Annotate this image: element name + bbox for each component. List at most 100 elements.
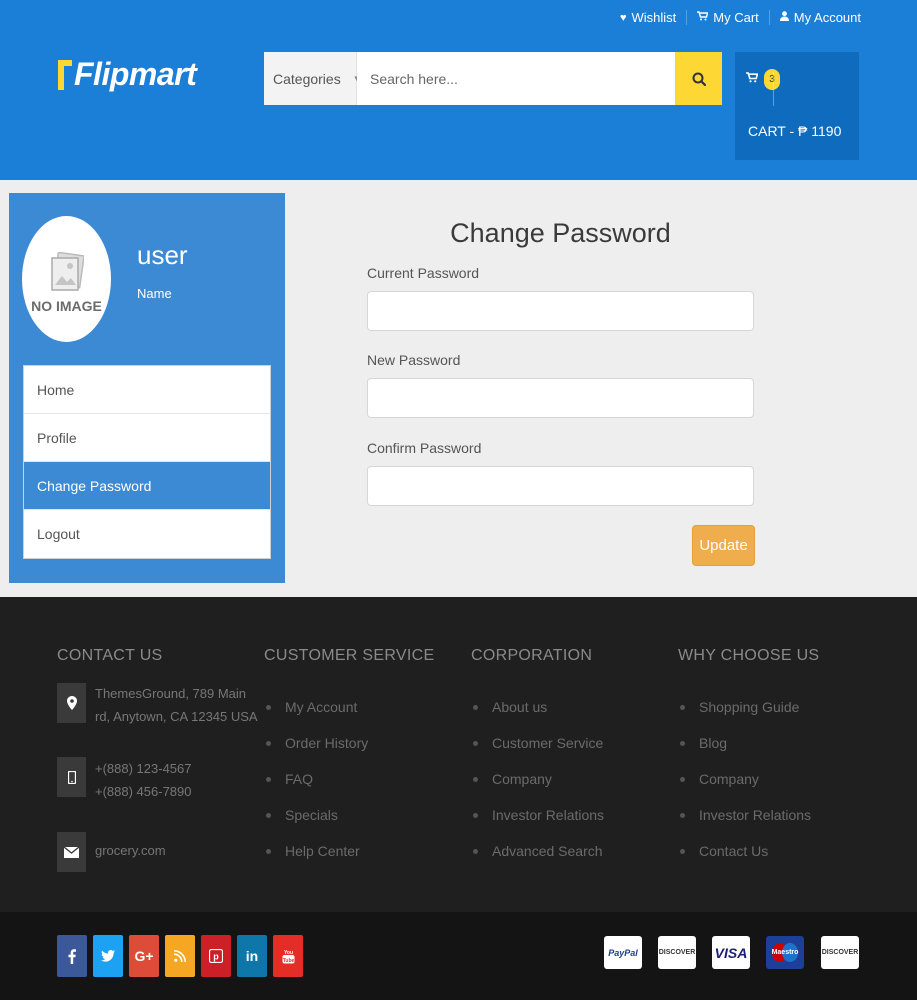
customer-service-list: My Account Order History FAQ Specials He… [264, 689, 368, 869]
bullet-icon [473, 704, 478, 710]
bullet-icon [473, 848, 478, 854]
discover-logo: DISCOVER [658, 936, 696, 969]
visa-label: VISA [714, 944, 748, 961]
footer-link-label: Company [699, 771, 759, 787]
twitter-icon[interactable] [93, 935, 123, 977]
svg-text:Tube: Tube [282, 958, 294, 964]
bullet-icon [473, 776, 478, 782]
contact-email[interactable]: grocery.com [95, 839, 166, 862]
footer-link[interactable]: Company [471, 761, 604, 797]
site-logo[interactable]: Flipmart [58, 56, 197, 93]
new-password-field[interactable] [367, 378, 754, 418]
linkedin-icon[interactable]: in [237, 935, 267, 977]
footer-link[interactable]: Company [678, 761, 811, 797]
footer-link[interactable]: Order History [264, 725, 368, 761]
bullet-icon [473, 812, 478, 818]
account-sidebar: NO IMAGE user Name Home Profile Change P… [9, 193, 285, 583]
confirm-password-label: Confirm Password [367, 440, 482, 456]
bullet-icon [473, 740, 478, 746]
footer-link[interactable]: Customer Service [471, 725, 604, 761]
search-button[interactable] [675, 52, 722, 105]
visa-logo: VISA [712, 936, 750, 969]
logo-mark-icon [58, 59, 72, 90]
paypal-logo: PayPal [604, 936, 642, 969]
heart-icon: ♥ [619, 11, 627, 24]
facebook-icon[interactable] [57, 935, 87, 977]
footer-link[interactable]: Investor Relations [471, 797, 604, 833]
paypal-label: PayPal [608, 947, 638, 958]
menu-item-profile[interactable]: Profile [24, 414, 270, 462]
svg-text:p: p [213, 952, 219, 962]
footer-bottom-bar: G+ p in Tube You PayPal DISCOVER VISA Mae… [0, 912, 917, 1000]
footer-link-label: Advanced Search [492, 843, 603, 859]
footer-link[interactable]: Shopping Guide [678, 689, 811, 725]
bullet-icon [266, 776, 271, 782]
search-icon [692, 72, 706, 86]
my-cart-label: My Cart [713, 10, 759, 25]
rss-icon[interactable] [165, 935, 195, 977]
corporation-list: About us Customer Service Company Invest… [471, 689, 604, 869]
footer-link-label: Specials [285, 807, 338, 823]
address-line-1: ThemesGround, 789 Main [95, 686, 247, 701]
image-placeholder-icon [50, 252, 84, 291]
menu-item-change-password[interactable]: Change Password [24, 462, 270, 510]
bullet-icon [266, 812, 271, 818]
menu-item-home[interactable]: Home [24, 366, 270, 414]
mobile-phone-icon [57, 757, 86, 797]
why-choose-us-list: Shopping Guide Blog Company Investor Rel… [678, 689, 811, 869]
logo-text: Flipmart [74, 56, 197, 92]
footer-link-label: Help Center [285, 843, 360, 859]
user-name-caption: Name [137, 286, 172, 301]
site-footer: CONTACT US ThemesGround, 789 Main rd, An… [0, 597, 917, 912]
my-cart-link[interactable]: My Cart [686, 10, 769, 25]
bullet-icon [266, 848, 271, 854]
footer-link[interactable]: About us [471, 689, 604, 725]
current-password-label: Current Password [367, 265, 480, 281]
search-input[interactable] [357, 52, 675, 105]
svg-text:You: You [283, 950, 292, 956]
footer-link[interactable]: Help Center [264, 833, 368, 869]
corporation-heading: CORPORATION [471, 647, 593, 664]
why-choose-us-heading: WHY CHOOSE US [678, 647, 820, 664]
footer-link-label: Blog [699, 735, 728, 751]
wishlist-label: Wishlist [631, 10, 677, 25]
my-account-label: My Account [793, 10, 861, 25]
footer-link[interactable]: Blog [678, 725, 811, 761]
page-title: Change Password [450, 218, 671, 248]
top-links: ♥ Wishlist My Cart My Account [610, 10, 861, 25]
discover-label-2: DISCOVER [821, 949, 859, 956]
menu-item-logout[interactable]: Logout [24, 510, 270, 558]
account-menu: Home Profile Change Password Logout [23, 365, 271, 559]
confirm-password-field[interactable] [367, 466, 754, 506]
discover-label: DISCOVER [658, 949, 696, 956]
footer-link-label: Company [492, 771, 552, 787]
footer-link[interactable]: Investor Relations [678, 797, 811, 833]
cart-icon [746, 72, 758, 83]
google-plus-icon[interactable]: G+ [129, 935, 159, 977]
footer-link[interactable]: Advanced Search [471, 833, 604, 869]
youtube-icon[interactable]: Tube You [273, 935, 303, 977]
footer-link-label: FAQ [285, 771, 314, 787]
footer-link[interactable]: FAQ [264, 761, 368, 797]
categories-dropdown[interactable]: Categories ▼ [264, 52, 361, 105]
site-header: ♥ Wishlist My Cart My Account Flipmart C… [0, 0, 917, 180]
pinterest-icon[interactable]: p [201, 935, 231, 977]
footer-link[interactable]: Specials [264, 797, 368, 833]
bullet-icon [680, 848, 685, 854]
wishlist-link[interactable]: ♥ Wishlist [610, 10, 686, 25]
footer-link-label: Investor Relations [492, 807, 605, 823]
footer-link[interactable]: My Account [264, 689, 368, 725]
my-account-link[interactable]: My Account [768, 10, 861, 25]
maestro-logo: Maestro [766, 936, 804, 969]
contact-address: ThemesGround, 789 Main rd, Anytown, CA 1… [95, 682, 258, 728]
discover-logo-2: DISCOVER [821, 936, 859, 969]
cart-summary[interactable]: 3 CART - ₱ 1190 [735, 52, 859, 160]
no-image-label: NO IMAGE [31, 298, 102, 314]
current-password-field[interactable] [367, 291, 754, 331]
contact-phones: +(888) 123-4567 +(888) 456-7890 [95, 757, 192, 803]
bullet-icon [680, 776, 685, 782]
footer-link-label: Investor Relations [699, 807, 812, 823]
update-button[interactable]: Update [692, 525, 755, 566]
search-bar: Categories ▼ [264, 52, 722, 105]
footer-link[interactable]: Contact Us [678, 833, 811, 869]
